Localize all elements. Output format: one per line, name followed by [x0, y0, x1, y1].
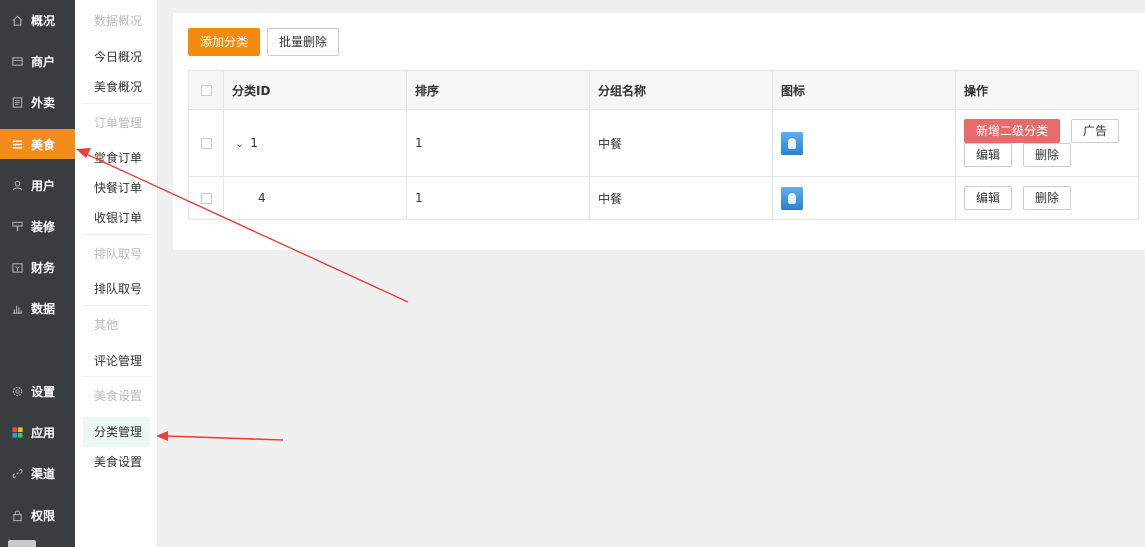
subnav-item-fastfood-orders[interactable]: 快餐订单 — [83, 173, 150, 203]
table-row: ⌄ 1 1 中餐 新增二级分类 广告 编辑 删除 — [189, 110, 1138, 177]
batch-delete-button[interactable]: 批量删除 — [267, 28, 339, 56]
row-checkbox[interactable] — [200, 137, 212, 149]
nav-item-overview[interactable]: 概况 — [0, 5, 75, 35]
decorate-icon — [10, 219, 24, 233]
store-icon — [10, 54, 24, 68]
actions-cell: 新增二级分类 广告 编辑 删除 — [956, 110, 1138, 176]
subnav-item-reviews[interactable]: 评论管理 — [83, 346, 150, 376]
icon-cell — [773, 177, 956, 219]
subnav-item-food-overview[interactable]: 美食概况 — [83, 72, 150, 102]
gear-icon — [10, 384, 24, 398]
category-id: 4 — [258, 191, 266, 205]
subnav-item-dinein-orders[interactable]: 堂食订单 — [83, 143, 150, 173]
group-name-cell: 中餐 — [590, 177, 773, 219]
user-icon — [10, 178, 24, 192]
nav-item-label: 美食 — [31, 137, 56, 152]
sort-cell: 1 — [407, 110, 590, 176]
nav-item-channel[interactable]: 渠道 — [0, 458, 75, 488]
nav-item-finance[interactable]: 财务 — [0, 252, 75, 282]
nav-item-label: 商户 — [31, 54, 56, 69]
nav-item-users[interactable]: 用户 — [0, 170, 75, 200]
nav-item-settings[interactable]: 设置 — [0, 376, 75, 406]
edit-button[interactable]: 编辑 — [964, 186, 1012, 210]
nav-item-label: 权限 — [31, 508, 56, 523]
select-all-checkbox[interactable] — [200, 84, 212, 96]
edit-button[interactable]: 编辑 — [964, 143, 1012, 167]
nav-item-food[interactable]: 美食 — [0, 129, 75, 159]
table-header-row: 分类ID 排序 分组名称 图标 操作 — [189, 71, 1138, 110]
sort-cell: 1 — [407, 177, 590, 219]
divider — [83, 376, 150, 377]
nav-item-label: 应用 — [31, 425, 56, 440]
delete-button[interactable]: 删除 — [1023, 143, 1071, 167]
delete-button[interactable]: 删除 — [1023, 186, 1071, 210]
finance-icon — [10, 260, 24, 274]
table-row: 4 1 中餐 编辑 删除 — [189, 177, 1138, 219]
category-id: 1 — [250, 136, 258, 150]
category-table: 分类ID 排序 分组名称 图标 操作 ⌄ 1 1 中餐 新增二级分类 广告 编辑… — [188, 70, 1139, 220]
row-checkbox[interactable] — [200, 192, 212, 204]
home-icon — [10, 13, 24, 27]
nav-group-title: 其他 — [94, 318, 119, 332]
expand-chevron-icon[interactable]: ⌄ — [235, 137, 244, 150]
subnav-item-queue[interactable]: 排队取号 — [83, 274, 150, 304]
category-panel: 添加分类 批量删除 分类ID 排序 分组名称 图标 操作 ⌄ 1 1 中餐 新增… — [173, 13, 1145, 250]
link-icon — [10, 466, 24, 480]
lock-icon — [10, 508, 24, 522]
nav-group-title: 数据概况 — [94, 14, 143, 28]
nav-item-label: 装修 — [31, 219, 56, 234]
group-name-cell: 中餐 — [590, 110, 773, 176]
document-icon — [10, 95, 24, 109]
add-category-button[interactable]: 添加分类 — [188, 28, 260, 56]
apps-icon — [10, 425, 24, 439]
chart-icon — [10, 301, 24, 315]
subnav-item-today-overview[interactable]: 今日概况 — [83, 42, 150, 72]
ad-button[interactable]: 广告 — [1071, 119, 1119, 143]
column-header: 排序 — [407, 71, 590, 109]
nav-item-label: 用户 — [31, 178, 56, 193]
secondary-sidebar: 数据概况 今日概况 美食概况 订单管理 堂食订单 快餐订单 收银订单 排队取号 … — [75, 0, 158, 547]
column-header: 图标 — [773, 71, 956, 109]
nav-item-takeout[interactable]: 外卖 — [0, 87, 75, 117]
nav-item-merchant[interactable]: 商户 — [0, 46, 75, 76]
primary-sidebar: 概况 商户 外卖 美食 用户 装修 财务 数据 设置 应用 渠道 权限 — [0, 0, 75, 547]
nav-item-label: 财务 — [31, 260, 56, 275]
column-header: 分类ID — [224, 71, 407, 109]
add-subcategory-button[interactable]: 新增二级分类 — [964, 119, 1060, 143]
nav-item-label: 概况 — [31, 13, 56, 28]
category-id-cell: 4 — [224, 177, 407, 219]
nav-item-decorate[interactable]: 装修 — [0, 211, 75, 241]
nav-item-label: 数据 — [31, 301, 56, 316]
annotation-arrow-category — [165, 435, 284, 441]
nav-item-label: 设置 — [31, 384, 56, 399]
subnav-item-category-management[interactable]: 分类管理 — [83, 417, 150, 447]
category-image — [781, 131, 803, 155]
column-header: 分组名称 — [590, 71, 773, 109]
nav-group-title: 美食设置 — [94, 389, 143, 403]
divider — [83, 234, 150, 235]
divider — [83, 103, 150, 104]
nav-item-permission[interactable]: 权限 — [0, 500, 75, 530]
nav-item-data[interactable]: 数据 — [0, 293, 75, 323]
header-checkbox-cell — [189, 71, 224, 109]
nav-item-apps[interactable]: 应用 — [0, 417, 75, 447]
menu-icon — [10, 137, 24, 151]
subnav-item-cashier-orders[interactable]: 收银订单 — [83, 203, 150, 233]
column-header: 操作 — [964, 83, 989, 98]
category-image — [781, 186, 803, 210]
divider — [83, 305, 150, 306]
sidebar-collapse-handle[interactable] — [8, 540, 36, 547]
row-checkbox-cell — [189, 110, 224, 176]
icon-cell — [773, 110, 956, 176]
category-id-cell: ⌄ 1 — [224, 110, 407, 176]
subnav-item-food-settings[interactable]: 美食设置 — [83, 447, 150, 477]
row-checkbox-cell — [189, 177, 224, 219]
nav-item-label: 渠道 — [31, 466, 56, 481]
nav-group-title: 订单管理 — [94, 116, 143, 130]
nav-group-title: 排队取号 — [94, 247, 143, 261]
nav-item-label: 外卖 — [31, 95, 56, 110]
actions-cell: 编辑 删除 — [956, 177, 1138, 219]
